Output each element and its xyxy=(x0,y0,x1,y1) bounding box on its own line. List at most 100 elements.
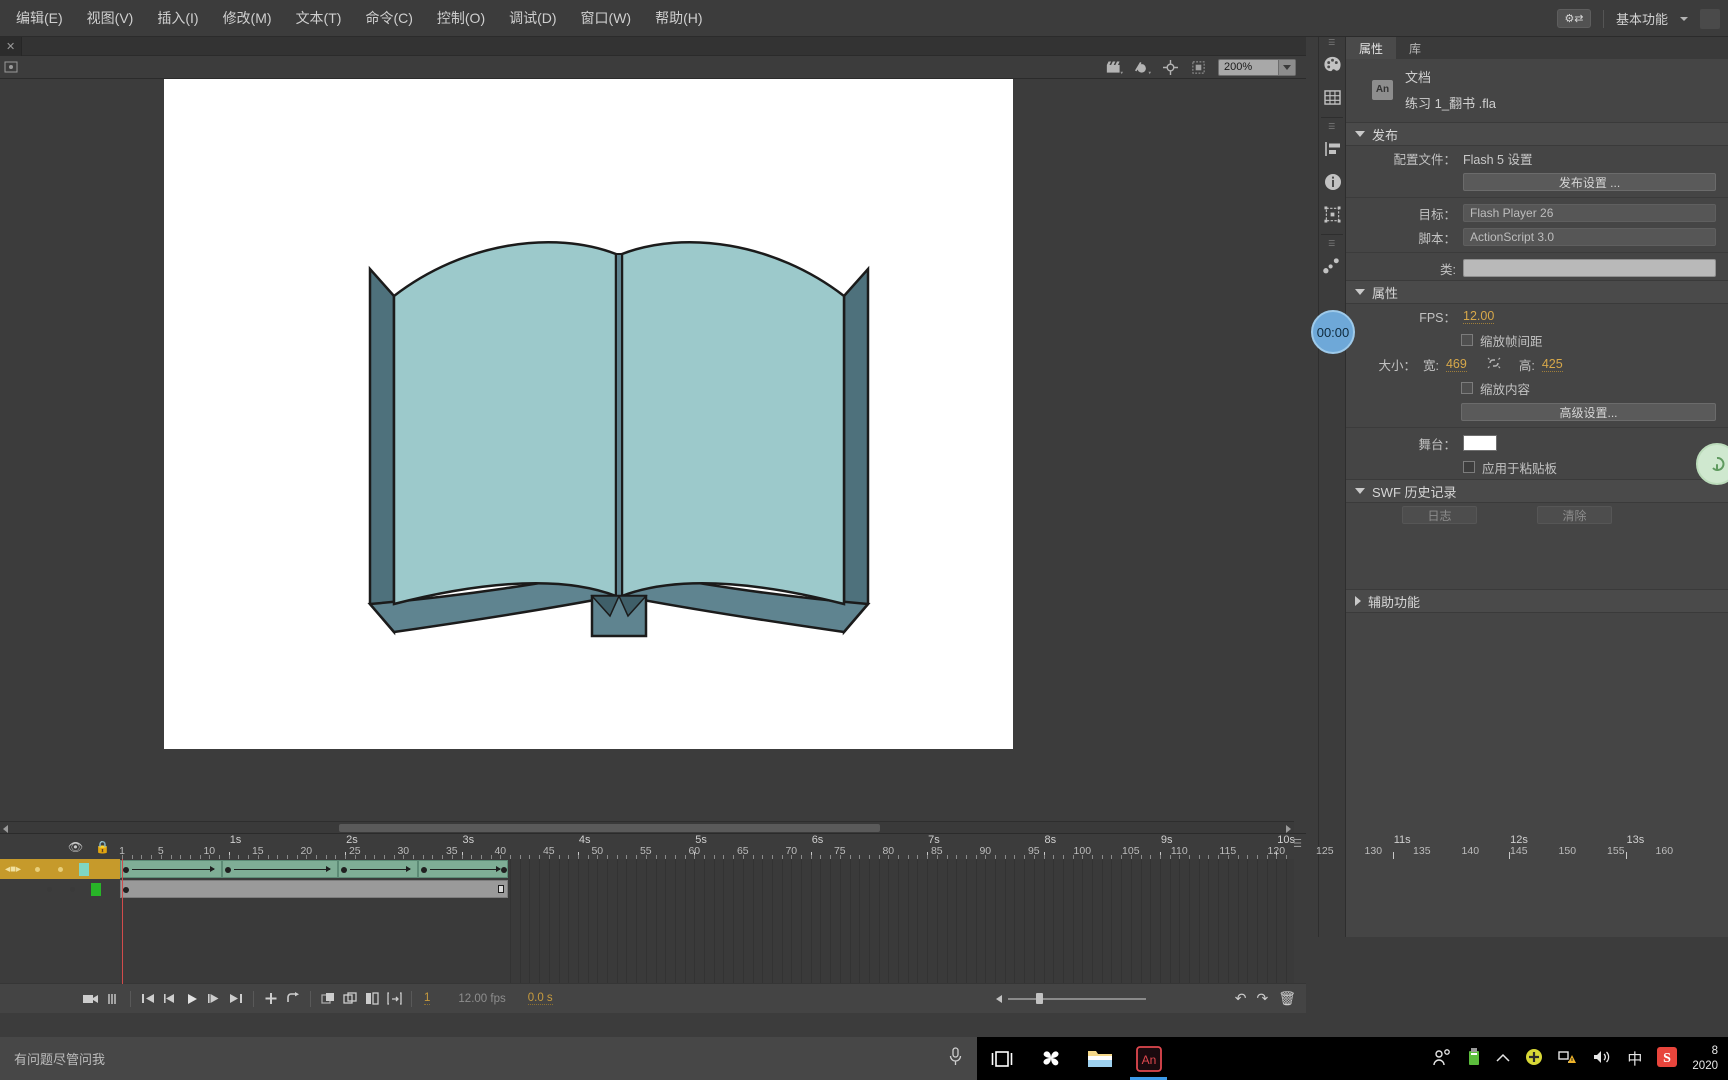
onion-skin-icon[interactable] xyxy=(1134,60,1151,75)
zoom-level-combobox[interactable]: 200% xyxy=(1218,58,1296,76)
menu-item-0[interactable]: 编辑(E) xyxy=(4,4,75,32)
window-controls-button[interactable] xyxy=(1700,8,1720,29)
menu-item-5[interactable]: 命令(C) xyxy=(353,4,424,32)
insert-keyframe-icon[interactable] xyxy=(260,990,282,1008)
workspace-label[interactable]: 基本功能 xyxy=(1616,9,1668,28)
menu-item-8[interactable]: 窗口(W) xyxy=(569,4,644,32)
undo-icon[interactable]: ↶ xyxy=(1235,990,1247,1007)
playhead-line[interactable] xyxy=(122,859,123,984)
fit-selection-icon[interactable] xyxy=(1190,60,1207,75)
chevron-down-icon[interactable] xyxy=(1355,131,1365,137)
layer-visibility-dot[interactable] xyxy=(35,866,41,872)
swatches-grid-icon[interactable] xyxy=(1319,81,1346,114)
update-available-icon[interactable] xyxy=(1525,1048,1543,1069)
keyframe-marker[interactable] xyxy=(341,867,347,873)
tab-properties[interactable]: 属性 xyxy=(1346,37,1397,59)
clapperboard-icon[interactable] xyxy=(1106,60,1123,75)
adobe-animate-icon[interactable]: An xyxy=(1124,1037,1173,1080)
scroll-left-icon[interactable] xyxy=(3,825,8,833)
file-explorer-icon[interactable] xyxy=(1075,1037,1124,1080)
redo-icon[interactable]: ↷ xyxy=(1256,990,1268,1007)
menu-item-1[interactable]: 视图(V) xyxy=(75,4,146,32)
current-frame-value[interactable]: 1 xyxy=(424,992,431,1005)
keyframe-marker[interactable] xyxy=(421,867,427,873)
rail-grip-icon-2[interactable]: ☰ xyxy=(1319,121,1345,132)
script-select[interactable]: ActionScript 3.0 xyxy=(1463,228,1716,246)
step-back-icon[interactable] xyxy=(159,990,181,1008)
layer-visibility-dot[interactable] xyxy=(47,886,52,892)
task-view-icon[interactable] xyxy=(977,1037,1026,1080)
layer-lock-dot[interactable] xyxy=(58,866,64,872)
color-palette-icon[interactable] xyxy=(1319,48,1346,81)
frame-grid[interactable] xyxy=(120,859,1294,984)
chevron-down-icon[interactable] xyxy=(1355,289,1365,295)
layer-outline-color[interactable] xyxy=(79,862,90,876)
layer-edit-icons[interactable]: ◂■▸ xyxy=(5,864,21,875)
layer-row[interactable]: ◂■▸ xyxy=(0,859,120,879)
section-attributes[interactable]: 属性 xyxy=(1346,280,1728,304)
zoom-slider-knob[interactable] xyxy=(1036,993,1043,1004)
center-frame-icon[interactable] xyxy=(1162,59,1179,75)
ime-language-indicator[interactable]: 中 xyxy=(1627,1048,1642,1069)
layer-row[interactable] xyxy=(0,879,120,899)
timeline-zoom-slider[interactable] xyxy=(996,993,1146,1005)
menu-item-9[interactable]: 帮助(H) xyxy=(643,4,714,32)
camera-icon[interactable] xyxy=(80,990,102,1008)
close-icon[interactable]: ✕ xyxy=(6,40,15,53)
menu-item-7[interactable]: 调试(D) xyxy=(497,4,568,32)
chevron-down-icon[interactable] xyxy=(1355,488,1365,494)
advanced-settings-button[interactable]: 高级设置... xyxy=(1461,403,1716,421)
menu-item-2[interactable]: 插入(I) xyxy=(145,4,210,32)
log-button[interactable]: 日志 xyxy=(1402,506,1477,524)
keyframe-marker[interactable] xyxy=(123,887,129,893)
scale-content-checkbox[interactable] xyxy=(1461,382,1473,394)
zoom-slider-track[interactable] xyxy=(1008,997,1146,1000)
eye-icon[interactable]: 👁 xyxy=(68,840,83,854)
transform-panel-icon[interactable] xyxy=(1319,198,1346,231)
fps-value[interactable]: 12.00 xyxy=(1463,309,1495,324)
end-frame-marker[interactable] xyxy=(498,885,504,893)
usb-device-icon[interactable] xyxy=(1467,1048,1481,1069)
hscroll-thumb[interactable] xyxy=(339,824,880,832)
onion-skin-range-icon[interactable] xyxy=(102,990,124,1008)
chevron-down-icon[interactable] xyxy=(1680,16,1688,21)
modify-onion-markers-icon[interactable] xyxy=(383,990,405,1008)
height-value[interactable]: 425 xyxy=(1541,357,1563,372)
step-forward-icon[interactable] xyxy=(203,990,225,1008)
section-swf-history[interactable]: SWF 历史记录 xyxy=(1346,479,1728,503)
lock-icon[interactable]: 🔒 xyxy=(95,840,110,854)
chevron-down-icon[interactable] xyxy=(1278,59,1295,75)
go-to-first-frame-icon[interactable] xyxy=(137,990,159,1008)
scale-frame-spacing-checkbox[interactable] xyxy=(1461,334,1473,346)
microphone-icon[interactable] xyxy=(948,1046,963,1071)
stage-area[interactable] xyxy=(0,79,1306,833)
people-icon[interactable] xyxy=(1433,1048,1452,1069)
onion-outline-icon[interactable] xyxy=(339,990,361,1008)
frame-row[interactable] xyxy=(120,879,1294,899)
workspace-switch-icon[interactable]: ⚙⇄ xyxy=(1556,9,1591,28)
taskbar-clock[interactable]: 8 2020 xyxy=(1692,1044,1718,1073)
go-to-last-frame-icon[interactable] xyxy=(225,990,247,1008)
stage-canvas[interactable] xyxy=(164,79,1013,749)
layer-outline-color[interactable] xyxy=(91,882,101,896)
fps-display[interactable]: 12.00 fps xyxy=(458,993,505,1005)
layer-lock-dot[interactable] xyxy=(70,886,75,892)
open-book-artwork[interactable] xyxy=(364,224,874,639)
width-value[interactable]: 469 xyxy=(1445,357,1467,372)
taskbar-search-box[interactable]: 有问题尽管问我 xyxy=(0,1037,977,1080)
target-select[interactable]: Flash Player 26 xyxy=(1463,204,1716,222)
section-publish[interactable]: 发布 xyxy=(1346,122,1728,146)
keyframe-marker[interactable] xyxy=(225,867,231,873)
stage-color-swatch[interactable] xyxy=(1463,435,1497,451)
network-warning-icon[interactable] xyxy=(1558,1049,1578,1069)
link-aspect-icon[interactable] xyxy=(1486,356,1502,373)
menu-item-3[interactable]: 修改(M) xyxy=(211,4,284,32)
zoom-out-icon[interactable] xyxy=(996,994,1002,1003)
clear-button[interactable]: 清除 xyxy=(1537,506,1612,524)
motion-editor-icon[interactable] xyxy=(1319,249,1346,282)
info-panel-icon[interactable] xyxy=(1319,165,1346,198)
timeline-ruler[interactable]: 1s 2s 3s 4s 5s 6s 7s 8s 9s 10s 11s 12s 13s 1 5 10 15 20 2… xyxy=(119,834,1673,859)
class-input[interactable] xyxy=(1463,259,1716,277)
publish-settings-button[interactable]: 发布设置 ... xyxy=(1463,173,1716,191)
document-tab[interactable]: ✕ xyxy=(0,36,23,56)
